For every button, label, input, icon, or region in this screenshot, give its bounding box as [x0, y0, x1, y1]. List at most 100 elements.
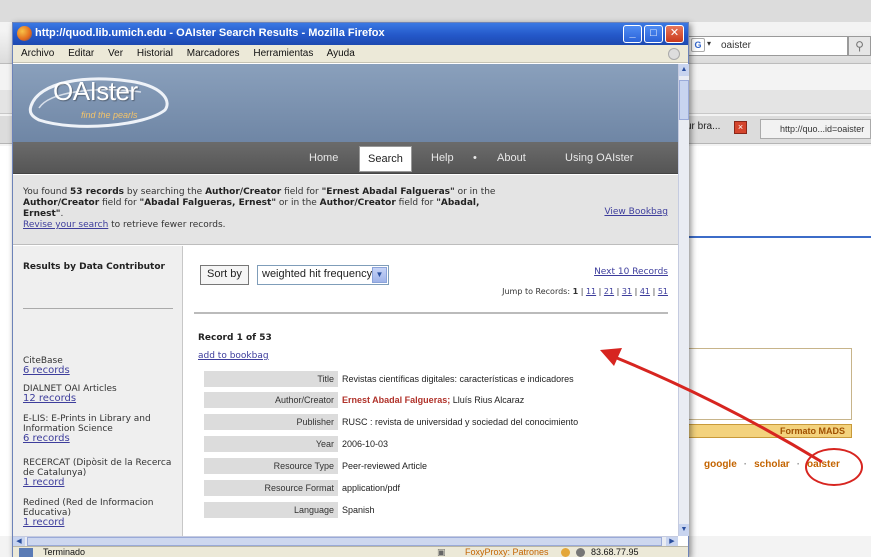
contributor-count-link[interactable]: 6 records — [23, 434, 181, 444]
jump-page-link[interactable]: 41 — [640, 287, 650, 296]
menu-archivo[interactable]: Archivo — [21, 48, 54, 59]
jump-page-link[interactable]: 11 — [586, 287, 596, 296]
contributor-sidebar: Results by Data Contributor CiteBase 6 r… — [13, 246, 183, 536]
summary-text: to retrieve fewer records. — [108, 220, 226, 230]
status-bar: Terminado ▣ FoxyProxy: Patrones 83.68.77… — [13, 546, 688, 557]
sort-select[interactable]: weighted hit frequency ▼ — [257, 265, 389, 285]
field-label: Language — [204, 502, 338, 518]
foxyproxy-status[interactable]: FoxyProxy: Patrones — [465, 547, 549, 557]
oaister-tagline: find the pearls — [81, 110, 138, 120]
search-icon[interactable]: ⚲ — [848, 36, 871, 56]
nav-home[interactable]: Home — [309, 152, 338, 164]
field-label: Resource Type — [204, 458, 338, 474]
vertical-scrollbar[interactable]: ▲ ▼ — [678, 64, 689, 536]
minimize-button[interactable]: _ — [623, 25, 642, 43]
add-to-bookbag-link[interactable]: add to bookbag — [198, 351, 269, 361]
contributor-count-link[interactable]: 1 record — [23, 478, 181, 488]
scroll-left-icon[interactable]: ◀ — [13, 537, 25, 546]
author-link[interactable]: Ernest Abadal Falgueras; — [342, 395, 450, 405]
next-10-records-link[interactable]: Next 10 Records — [594, 267, 668, 277]
jump-page-current: 1 — [572, 287, 579, 296]
nav-search[interactable]: Search — [359, 146, 412, 172]
sidebar-heading: Results by Data Contributor — [23, 262, 165, 272]
field-value: Spanish — [342, 505, 375, 515]
record-field-author: Author/Creator Ernest Abadal Falgueras; … — [204, 392, 659, 408]
field-name: Author/Creator — [23, 198, 100, 208]
record-heading: Record 1 of 53 — [198, 333, 272, 343]
nav-using-oaister[interactable]: Using OAIster — [565, 152, 633, 164]
oaister-nav: Home Search Help • About Using OAIster — [13, 142, 678, 174]
field-value: 2006-10-03 — [342, 439, 389, 449]
search-summary: You found 53 records by searching the Au… — [13, 175, 678, 245]
revise-search-link[interactable]: Revise your search — [23, 220, 108, 230]
jump-page-link[interactable]: 31 — [622, 287, 632, 296]
firefox-window: http://quod.lib.umich.edu - OAIster Sear… — [12, 22, 689, 557]
scroll-up-icon[interactable]: ▲ — [679, 64, 689, 76]
query-term: "Ernest Abadal Falgueras" — [321, 187, 455, 197]
menu-ver[interactable]: Ver — [108, 48, 123, 59]
jump-page-link[interactable]: 21 — [604, 287, 614, 296]
tab-close-icon[interactable]: × — [734, 121, 747, 134]
window-titlebar: http://quod.lib.umich.edu - OAIster Sear… — [13, 23, 688, 45]
menu-historial[interactable]: Historial — [137, 48, 173, 59]
scroll-thumb[interactable] — [27, 537, 662, 546]
mads-format-bar[interactable]: Formato MADS — [682, 424, 852, 438]
link-google[interactable]: google — [704, 459, 737, 470]
field-label: Resource Format — [204, 480, 338, 496]
contributor-count-link[interactable]: 1 record — [23, 518, 181, 528]
jump-page-link[interactable]: 51 — [658, 287, 668, 296]
contributor-count-link[interactable]: 6 records — [23, 366, 181, 376]
link-scholar[interactable]: scholar — [754, 459, 790, 470]
sort-by-button[interactable]: Sort by — [200, 265, 249, 285]
menu-herramientas[interactable]: Herramientas — [253, 48, 313, 59]
nav-help[interactable]: Help — [431, 152, 454, 164]
field-label: Publisher — [204, 414, 338, 430]
maximize-button[interactable]: □ — [644, 25, 663, 43]
view-bookbag-link[interactable]: View Bookbag — [604, 207, 668, 218]
loading-throbber-icon — [668, 48, 680, 60]
contributor-name: E-LIS: E-Prints in Library and Informati… — [23, 414, 151, 434]
scroll-down-icon[interactable]: ▼ — [679, 524, 689, 536]
nav-about[interactable]: About — [497, 152, 526, 164]
security-zone-icon: ▣ — [437, 547, 446, 557]
menu-editar[interactable]: Editar — [68, 48, 94, 59]
status-text: Terminado — [43, 547, 86, 557]
sidebar-item-elis: E-LIS: E-Prints in Library and Informati… — [23, 414, 181, 444]
background-divider — [678, 236, 871, 238]
google-icon: G — [691, 38, 705, 52]
chevron-down-icon[interactable]: ▼ — [372, 267, 387, 283]
contributor-count-link[interactable]: 12 records — [23, 394, 181, 404]
window-title: http://quod.lib.umich.edu - OAIster Sear… — [35, 27, 385, 39]
background-tab-label[interactable]: ur bra... — [686, 121, 720, 132]
jump-label: Jump to Records: — [502, 287, 571, 296]
record-field-language: Language Spanish — [204, 502, 659, 518]
ip-address: 83.68.77.95 — [591, 547, 639, 557]
horizontal-scrollbar[interactable]: ◀ ▶ — [13, 536, 678, 546]
background-tab-oaister[interactable]: http://quo...id=oaister — [760, 119, 871, 139]
scroll-right-icon[interactable]: ▶ — [666, 537, 678, 546]
scroll-thumb[interactable] — [679, 80, 689, 120]
record-field-title: Title Revistas científicas digitales: ca… — [204, 371, 659, 387]
link-separator: · — [796, 459, 801, 470]
field-label: Title — [204, 371, 338, 387]
oaister-logo[interactable]: OAIster — [53, 76, 138, 107]
close-button[interactable]: ✕ — [665, 25, 684, 43]
oaister-header: OAIster find the pearls — [13, 64, 678, 142]
summary-text: or in the — [454, 187, 496, 197]
menu-marcadores[interactable]: Marcadores — [187, 48, 240, 59]
annotation-ellipse — [805, 448, 863, 486]
summary-text: field for — [281, 187, 322, 197]
menu-bar: Archivo Editar Ver Historial Marcadores … — [13, 45, 688, 63]
menu-ayuda[interactable]: Ayuda — [327, 48, 355, 59]
chevron-down-icon[interactable]: ▾ — [707, 39, 711, 48]
field-label: Year — [204, 436, 338, 452]
query-term: "Abadal Falgueras, Ernest" — [139, 198, 277, 208]
background-search-input[interactable]: oaister — [688, 36, 848, 56]
sidebar-item-citebase: CiteBase 6 records — [23, 356, 181, 376]
extension-gear-icon[interactable] — [576, 548, 585, 557]
contributor-name: Redined (Red de Informacion Educativa) — [23, 498, 154, 518]
extension-leaf-icon[interactable] — [561, 548, 570, 557]
field-value: Peer-reviewed Article — [342, 461, 428, 471]
record-count: 53 records — [70, 187, 124, 197]
summary-text: or in the — [276, 198, 320, 208]
